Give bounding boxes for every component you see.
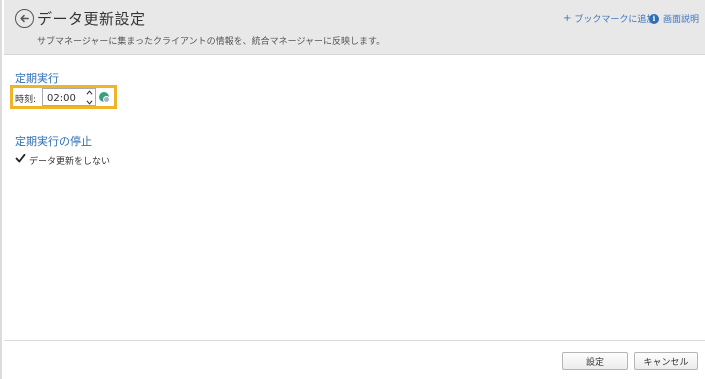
plus-icon: + [563, 13, 572, 24]
arrow-left-icon [20, 14, 29, 23]
page-header: データ更新設定 サブマネージャーに集まったクライアントの情報を、統合マネージャー… [4, 0, 705, 55]
back-button[interactable] [15, 9, 34, 28]
no-update-label: データ更新をしない [29, 157, 111, 167]
no-update-checkbox[interactable] [15, 153, 26, 164]
cancel-button[interactable]: キャンセル [634, 352, 698, 370]
info-icon: i [649, 13, 659, 24]
add-bookmark-link[interactable]: + ブックマークに追加 [563, 12, 655, 25]
help-link[interactable]: i 画面説明 [649, 12, 699, 25]
schedule-section-title: 定期実行 [15, 72, 59, 85]
time-spinner[interactable] [84, 90, 94, 105]
page-title: データ更新設定 [37, 10, 146, 28]
main-window: データ更新設定 サブマネージャーに集まったクライアントの情報を、統合マネージャー… [0, 0, 705, 379]
spinner-up-icon[interactable] [85, 90, 93, 95]
stop-section-title: 定期実行の停止 [15, 135, 92, 148]
time-label: 時刻: [15, 95, 37, 105]
save-button[interactable]: 設定 [562, 352, 628, 370]
help-label: 画面説明 [663, 15, 700, 25]
clock-icon[interactable] [99, 92, 110, 103]
spinner-down-icon[interactable] [85, 100, 93, 105]
add-bookmark-label: ブックマークに追加 [574, 15, 656, 25]
page-subtitle: サブマネージャーに集まったクライアントの情報を、統合マネージャーに反映します。 [37, 37, 386, 47]
footer-divider [4, 340, 705, 341]
